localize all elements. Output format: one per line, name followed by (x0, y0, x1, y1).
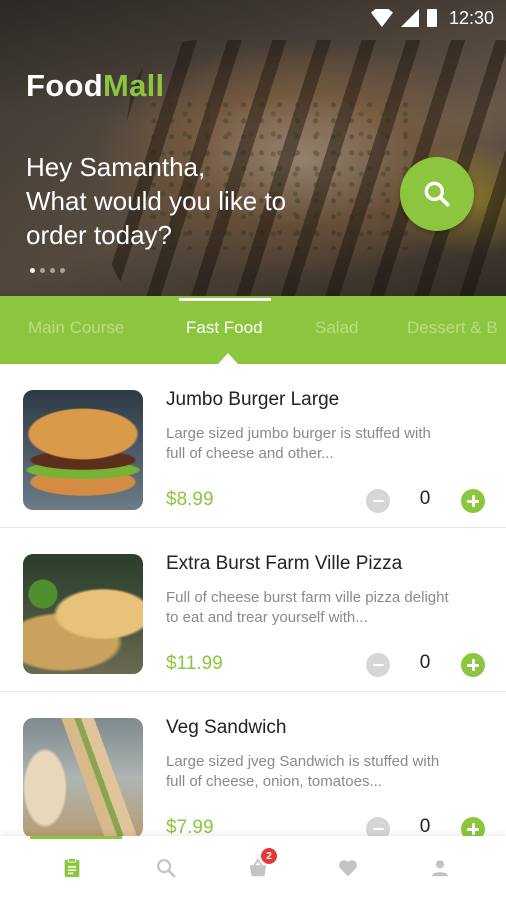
status-bar: 12:30 (0, 0, 506, 36)
tab-dessert[interactable]: Dessert & B (407, 318, 498, 338)
carousel-dot[interactable] (60, 268, 65, 273)
tab-salad[interactable]: Salad (315, 318, 358, 338)
greeting-line-2: What would you like to (26, 186, 287, 216)
item-description: Large sized jveg Sandwich is stuffed wit… (166, 752, 476, 792)
search-button[interactable] (400, 157, 474, 231)
plus-icon (467, 495, 479, 507)
signal-icon (400, 9, 419, 27)
item-desc-line: full of cheese and other... (166, 445, 334, 462)
increase-quantity-button[interactable] (461, 489, 485, 513)
item-name: Jumbo Burger Large (166, 389, 340, 410)
food-list[interactable]: Jumbo Burger Large Large sized jumbo bur… (0, 364, 506, 836)
category-tabs: Main Course Fast Food Salad Dessert & B (0, 296, 506, 364)
item-name: Extra Burst Farm Ville Pizza (166, 553, 403, 574)
carousel-dot[interactable] (40, 268, 45, 273)
hero-banner[interactable]: 12:30 FoodMall Hey Samantha, What would … (0, 0, 506, 296)
item-name: Veg Sandwich (166, 717, 287, 738)
greeting-text: Hey Samantha, What would you like to ord… (26, 150, 286, 252)
item-image (23, 554, 143, 674)
tab-caret (218, 353, 238, 364)
nav-active-indicator (30, 836, 122, 839)
list-item[interactable]: Jumbo Burger Large Large sized jumbo bur… (0, 364, 506, 528)
logo-food: Food (26, 68, 103, 103)
tab-main-course[interactable]: Main Course (28, 318, 124, 338)
item-desc-line: full of cheese, onion, tomatoes... (166, 773, 382, 790)
item-quantity: 0 (419, 816, 431, 836)
cart-badge: 2 (261, 848, 277, 864)
decrease-quantity-button[interactable] (366, 653, 390, 677)
plus-icon (467, 659, 479, 671)
logo-mall: Mall (102, 68, 165, 103)
item-price: $7.99 (166, 817, 214, 836)
item-quantity: 0 (419, 488, 431, 509)
nav-favorites[interactable] (336, 856, 360, 880)
item-price: $11.99 (166, 653, 223, 674)
list-item[interactable]: Veg Sandwich Large sized jveg Sandwich i… (0, 692, 506, 836)
bottom-navigation: 2 (0, 836, 506, 900)
carousel-dot[interactable] (50, 268, 55, 273)
nav-menu[interactable] (60, 856, 84, 880)
wifi-icon (370, 9, 393, 27)
heart-icon (339, 860, 357, 877)
tab-fast-food[interactable]: Fast Food (186, 318, 263, 338)
profile-icon (431, 860, 449, 877)
app-logo: FoodMall (26, 68, 164, 104)
item-desc-line: to eat and trear yourself with... (166, 609, 368, 626)
nav-search[interactable] (154, 856, 178, 880)
item-price: $8.99 (166, 489, 214, 510)
increase-quantity-button[interactable] (461, 653, 485, 677)
nav-profile[interactable] (428, 856, 452, 880)
item-description: Large sized jumbo burger is stuffed with… (166, 424, 476, 464)
menu-icon (64, 857, 80, 878)
list-item[interactable]: Extra Burst Farm Ville Pizza Full of che… (0, 528, 506, 692)
nav-cart[interactable]: 2 (246, 848, 277, 880)
item-description: Full of cheese burst farm ville pizza de… (166, 588, 476, 628)
carousel-dots[interactable] (30, 268, 65, 273)
item-quantity: 0 (419, 652, 431, 673)
battery-icon (426, 9, 437, 27)
item-image (23, 390, 143, 510)
carousel-dot[interactable] (30, 268, 35, 273)
item-image (23, 718, 143, 836)
status-time: 12:30 (448, 7, 494, 28)
greeting-line-3: order today? (26, 220, 172, 250)
item-desc-line: Large sized jveg Sandwich is stuffed wit… (166, 753, 440, 770)
search-icon (424, 181, 450, 207)
increase-quantity-button[interactable] (461, 817, 485, 836)
greeting-line-1: Hey Samantha, (26, 152, 206, 182)
tab-indicator (179, 298, 271, 301)
search-icon (157, 859, 176, 878)
plus-icon (467, 823, 479, 835)
item-desc-line: Large sized jumbo burger is stuffed with (166, 425, 431, 442)
item-desc-line: Full of cheese burst farm ville pizza de… (166, 589, 449, 606)
decrease-quantity-button[interactable] (366, 817, 390, 836)
decrease-quantity-button[interactable] (366, 489, 390, 513)
